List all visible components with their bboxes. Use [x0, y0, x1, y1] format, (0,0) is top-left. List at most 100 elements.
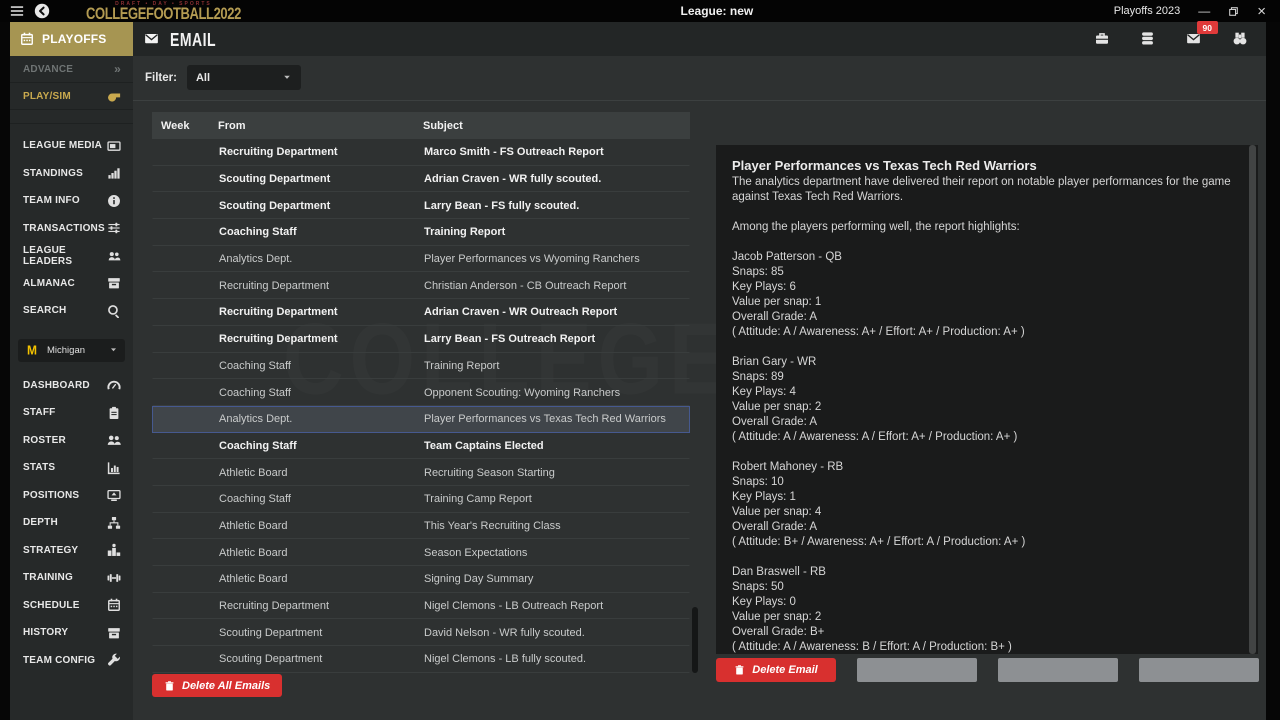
sidebar-item-league-leaders[interactable]: LEAGUE LEADERS	[10, 242, 133, 270]
sidebar-item-label: STAFF	[23, 407, 55, 418]
email-row[interactable]: Coaching StaffOpponent Scouting: Wyoming…	[152, 379, 690, 406]
filter-label: Filter:	[145, 72, 177, 84]
logo-title: COLLEGEFOOTBALL2022	[86, 5, 241, 21]
email-subject: Opponent Scouting: Wyoming Ranchers	[424, 387, 689, 399]
app-logo: DRAFT • DAY • SPORTS COLLEGEFOOTBALL2022	[86, 2, 241, 20]
bars-icon	[107, 166, 121, 180]
close-button[interactable]: ×	[1257, 4, 1266, 19]
filter-dropdown[interactable]: All	[187, 65, 301, 90]
sidebar-item-depth[interactable]: DEPTH	[10, 509, 133, 537]
email-row[interactable]: Athletic BoardSigning Day Summary	[152, 566, 690, 593]
sidebar: ADVANCE»PLAY/SIM LEAGUE MEDIA STANDINGS TEA…	[10, 56, 133, 720]
email-reading-panel: Player Performances vs Texas Tech Red Wa…	[716, 145, 1258, 654]
email-subject: Adrian Craven - WR fully scouted.	[424, 173, 689, 185]
column-from: From	[218, 120, 423, 132]
sidebar-item-league-media[interactable]: LEAGUE MEDIA	[10, 132, 133, 160]
email-row[interactable]: Athletic BoardSeason Expectations	[152, 539, 690, 566]
email-row[interactable]: Recruiting DepartmentMarco Smith - FS Ou…	[152, 139, 690, 166]
placeholder-button-1[interactable]	[857, 658, 977, 682]
mail-icon[interactable]: 90	[1185, 30, 1202, 48]
sidebar-item-team-info[interactable]: TEAM INFO	[10, 187, 133, 215]
email-subject: Larry Bean - FS fully scouted.	[424, 200, 689, 212]
email-panel-scrollbar[interactable]	[1249, 145, 1256, 654]
email-subject: Adrian Craven - WR Outreach Report	[424, 306, 689, 318]
sidebar-item-label: TEAM INFO	[23, 195, 80, 206]
delete-email-label: Delete Email	[752, 664, 817, 676]
email-row[interactable]: Coaching StaffTraining Report	[152, 353, 690, 380]
mail-badge: 90	[1197, 21, 1218, 34]
sidebar-item-positions[interactable]: POSITIONS	[10, 482, 133, 510]
email-row[interactable]: Scouting DepartmentNigel Clemons - LB fu…	[152, 646, 690, 673]
chevron-down-icon	[282, 69, 292, 87]
email-row[interactable]: Recruiting DepartmentAdrian Craven - WR …	[152, 299, 690, 326]
sidebar-item-almanac[interactable]: ALMANAC	[10, 270, 133, 298]
sidebar-item-advance[interactable]: ADVANCE»	[10, 56, 133, 83]
playoffs-tab[interactable]: PLAYOFFS	[10, 22, 133, 56]
sidebar-item-label: DASHBOARD	[23, 380, 90, 391]
sliders-icon	[107, 221, 121, 235]
sidebar-item-training[interactable]: TRAINING	[10, 564, 133, 592]
delete-email-button[interactable]: Delete Email	[716, 658, 836, 682]
email-row[interactable]: Scouting DepartmentLarry Bean - FS fully…	[152, 192, 690, 219]
sitemap-icon	[107, 516, 121, 530]
sidebar-item-standings[interactable]: STANDINGS	[10, 160, 133, 188]
archive-icon	[107, 626, 121, 640]
sidebar-item-team-config[interactable]: TEAM CONFIG	[10, 647, 133, 675]
placeholder-button-3[interactable]	[1139, 658, 1259, 682]
back-icon[interactable]	[34, 2, 50, 20]
briefcase-icon[interactable]	[1094, 30, 1110, 48]
email-subject: Christian Anderson - CB Outreach Report	[424, 280, 689, 292]
email-row[interactable]: Recruiting DepartmentLarry Bean - FS Out…	[152, 326, 690, 353]
email-row[interactable]: Scouting DepartmentDavid Nelson - WR ful…	[152, 619, 690, 646]
email-row[interactable]: Coaching StaffTeam Captains Elected	[152, 433, 690, 460]
playoffs-tab-label: PLAYOFFS	[42, 32, 107, 46]
email-row[interactable]: Athletic BoardThis Year's Recruiting Cla…	[152, 513, 690, 540]
delete-all-emails-label: Delete All Emails	[182, 680, 270, 692]
email-row[interactable]: Analytics Dept.Player Performances vs Wy…	[152, 246, 690, 273]
team-selector[interactable]: MMichigan	[18, 339, 125, 362]
email-from: Scouting Department	[219, 653, 424, 665]
email-from: Analytics Dept.	[219, 253, 424, 265]
email-row[interactable]: Coaching StaffTraining Camp Report	[152, 486, 690, 513]
sidebar-item-stats[interactable]: STATS	[10, 454, 133, 482]
users-icon	[107, 433, 121, 447]
email-from: Recruiting Department	[219, 333, 424, 345]
email-list-scrollbar[interactable]	[692, 607, 698, 673]
sidebar-item-history[interactable]: HISTORY	[10, 619, 133, 647]
sidebar-item-label: LEAGUE LEADERS	[23, 245, 108, 267]
email-row[interactable]: Recruiting DepartmentNigel Clemons - LB …	[152, 593, 690, 620]
email-subject: Larry Bean - FS Outreach Report	[424, 333, 689, 345]
email-row[interactable]: Scouting DepartmentAdrian Craven - WR fu…	[152, 166, 690, 193]
email-row[interactable]: Analytics Dept.Player Performances vs Te…	[152, 406, 690, 433]
sidebar-item-transactions[interactable]: TRANSACTIONS	[10, 215, 133, 243]
database-icon[interactable]	[1140, 30, 1155, 48]
minimize-button[interactable]: —	[1198, 5, 1210, 17]
email-row[interactable]: Recruiting DepartmentChristian Anderson …	[152, 272, 690, 299]
email-subject: Nigel Clemons - LB Outreach Report	[424, 600, 689, 612]
email-row[interactable]: Athletic BoardRecruiting Season Starting	[152, 459, 690, 486]
placeholder-button-2[interactable]	[998, 658, 1118, 682]
column-subject: Subject	[423, 120, 690, 132]
screen-icon	[107, 488, 121, 502]
sidebar-item-schedule[interactable]: SCHEDULE	[10, 592, 133, 620]
menu-icon[interactable]	[8, 2, 26, 20]
sidebar-item-play-sim[interactable]: PLAY/SIM	[10, 83, 133, 110]
email-from: Athletic Board	[219, 573, 424, 585]
email-subject: Player Performances vs Wyoming Ranchers	[424, 253, 689, 265]
restore-button[interactable]	[1228, 5, 1239, 17]
sidebar-section-team: DASHBOARDSTAFFROSTERSTATSPOSITIONSDEPTHS…	[10, 372, 133, 675]
gauge-icon	[107, 378, 121, 392]
email-row[interactable]: Coaching StaffTraining Report	[152, 219, 690, 246]
binoculars-icon[interactable]	[1232, 30, 1248, 48]
sidebar-item-search[interactable]: SEARCH	[10, 297, 133, 325]
sidebar-item-label: STANDINGS	[23, 168, 83, 179]
sidebar-item-staff[interactable]: STAFF	[10, 399, 133, 427]
email-from: Coaching Staff	[219, 226, 424, 238]
delete-all-emails-button[interactable]: Delete All Emails	[152, 674, 282, 697]
sidebar-item-strategy[interactable]: STRATEGY	[10, 537, 133, 565]
sidebar-item-roster[interactable]: ROSTER	[10, 427, 133, 455]
users-icon	[108, 249, 121, 263]
chevron-down-icon	[109, 341, 118, 359]
sidebar-item-dashboard[interactable]: DASHBOARD	[10, 372, 133, 400]
email-subject: Training Report	[424, 360, 689, 372]
